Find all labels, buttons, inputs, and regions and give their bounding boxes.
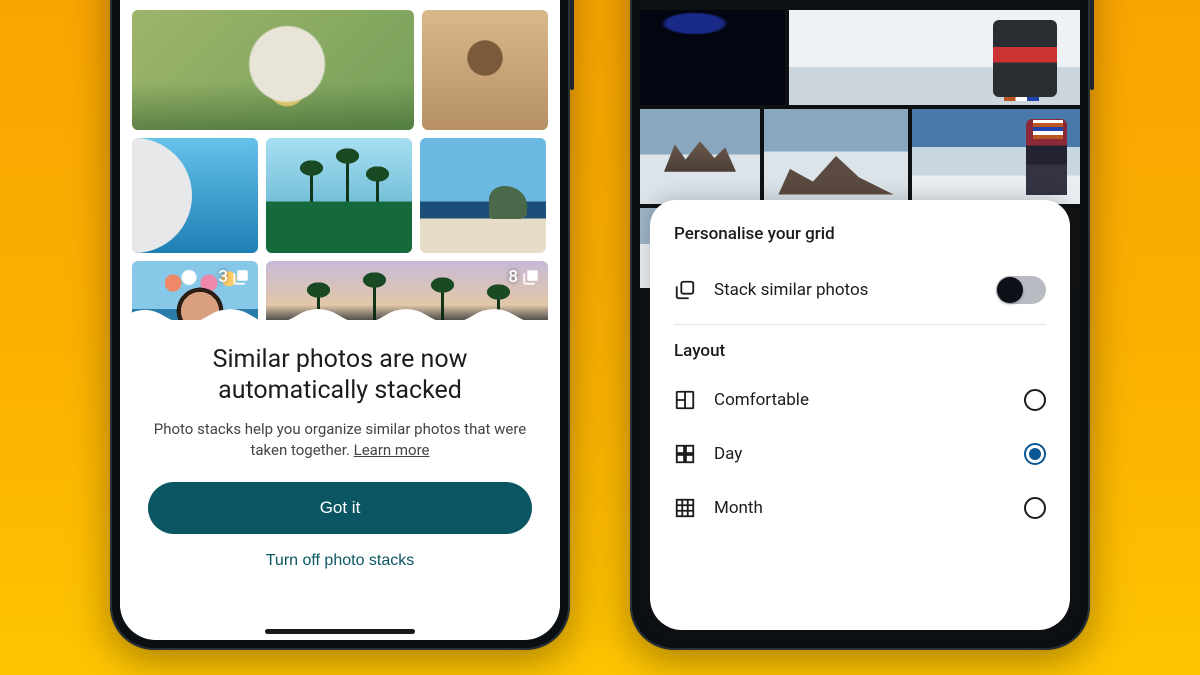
layout-month-icon [674,497,696,519]
layout-comfortable-icon [674,389,696,411]
layout-option-comfortable[interactable]: Comfortable [674,373,1046,427]
stack-icon [674,279,696,301]
stack-toggle-label: Stack similar photos [714,280,978,300]
phone-right-screen: Personalise your grid Stack similar phot… [640,0,1080,640]
stack-count: 8 [508,267,518,287]
personalise-grid-sheet: Personalise your grid Stack similar phot… [650,200,1070,630]
intro-sheet: Similar photos are now automatically sta… [120,320,560,640]
layout-option-label: Day [714,444,1006,464]
layout-section-title: Layout [674,341,1046,361]
radio-unselected[interactable] [1024,497,1046,519]
divider [674,324,1046,325]
phone-left-screen: 3 8 [120,0,560,640]
photo-thumb[interactable] [422,10,548,130]
photo-thumb[interactable] [420,138,546,253]
sheet-wavy-edge [120,302,560,320]
phone-left-frame: 3 8 [110,0,570,650]
layout-option-month[interactable]: Month [674,481,1046,535]
stack-count-badge: 8 [508,267,540,287]
layout-option-day[interactable]: Day [674,427,1046,481]
sheet-title: Similar photos are now automatically sta… [148,344,532,407]
sheet-title: Personalise your grid [674,224,1046,244]
radio-unselected[interactable] [1024,389,1046,411]
photo-thumb[interactable] [789,10,1080,105]
stack-count: 3 [218,267,228,287]
home-indicator[interactable] [265,629,415,634]
stack-count-badge: 3 [218,267,250,287]
learn-more-link[interactable]: Learn more [354,441,430,459]
photo-thumb[interactable] [764,109,908,204]
photo-thumb[interactable] [132,138,258,253]
stack-similar-photos-row[interactable]: Stack similar photos [674,266,1046,314]
photo-thumb[interactable] [640,109,760,204]
stack-similar-photos-toggle[interactable] [996,276,1046,304]
photo-thumb[interactable] [640,10,785,105]
stack-icon [232,268,250,286]
photo-thumb[interactable] [266,138,412,253]
turn-off-stacks-button[interactable]: Turn off photo stacks [266,552,415,570]
layout-option-label: Month [714,498,1006,518]
photo-thumb[interactable] [912,109,1080,204]
photo-grid: 3 8 [132,10,548,341]
layout-option-label: Comfortable [714,390,1006,410]
radio-selected[interactable] [1024,443,1046,465]
photo-thumb[interactable] [132,10,414,130]
layout-day-icon [674,443,696,465]
sheet-body: Photo stacks help you organize similar p… [148,419,532,463]
stack-icon [522,268,540,286]
got-it-button[interactable]: Got it [148,482,532,534]
phone-right-frame: Personalise your grid Stack similar phot… [630,0,1090,650]
